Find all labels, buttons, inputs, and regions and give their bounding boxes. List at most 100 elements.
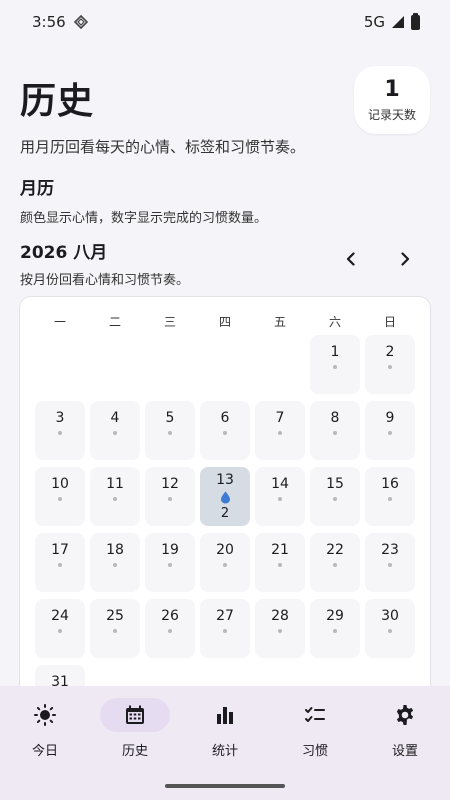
day-number: 28 (271, 608, 289, 624)
calendar-icon (126, 705, 144, 724)
network-label: 5G (363, 13, 385, 31)
status-time: 3:56 (32, 13, 66, 31)
bar-chart-icon (217, 707, 233, 724)
calendar-day-25[interactable]: 25 (90, 599, 140, 658)
section-title: 月历 (20, 179, 54, 199)
nav-icon-container (280, 698, 350, 732)
calendar-day-20[interactable]: 20 (200, 533, 250, 592)
day-indicator-dot (58, 629, 62, 633)
nav-label: 今日 (31, 744, 58, 759)
calendar-day-27[interactable]: 27 (200, 599, 250, 658)
calendar-day-6[interactable]: 6 (200, 401, 250, 460)
calendar-day-13[interactable]: 13 2 (200, 467, 250, 526)
calendar-day-11[interactable]: 11 (90, 467, 140, 526)
calendar-day-28[interactable]: 28 (255, 599, 305, 658)
calendar-day-10[interactable]: 10 (35, 467, 85, 526)
weekday-label: 二 (108, 315, 121, 329)
day-number: 30 (381, 608, 399, 624)
calendar-day-9[interactable]: 9 (365, 401, 415, 460)
calendar-day-30[interactable]: 30 (365, 599, 415, 658)
day-indicator-dot (113, 431, 117, 435)
calendar-day-26[interactable]: 26 (145, 599, 195, 658)
calendar-empty-cell (145, 335, 195, 394)
day-number: 3 (55, 410, 65, 426)
chevron-right-icon (401, 252, 410, 266)
day-number: 5 (165, 410, 175, 426)
day-number: 2 (385, 344, 395, 360)
day-indicator-dot (278, 431, 282, 435)
calendar-card: 一二三四五六日 1 2 3 4 5 6 7 8 9 10 11 12 13 2 14 15 16 17 18 19 20… (19, 296, 431, 716)
bottom-navigation: 今日 历史 统计 习惯 设置 (0, 686, 450, 800)
day-number: 22 (326, 542, 344, 558)
calendar-empty-cell (35, 335, 85, 394)
calendar-empty-cell (200, 335, 250, 394)
calendar-day-15[interactable]: 15 (310, 467, 360, 526)
day-indicator-dot (388, 365, 392, 369)
calendar-day-14[interactable]: 14 (255, 467, 305, 526)
calendar-day-12[interactable]: 12 (145, 467, 195, 526)
page-header: 历史 用月历回看每天的心情、标签和习惯节奏。 1 记录天数 (20, 66, 430, 157)
nav-icon-container (370, 698, 440, 732)
nav-item-calendar[interactable]: 历史 (95, 698, 175, 800)
signal-icon (392, 16, 404, 28)
calendar-day-22[interactable]: 22 (310, 533, 360, 592)
day-number: 17 (51, 542, 69, 558)
calendar-day-23[interactable]: 23 (365, 533, 415, 592)
day-indicator-dot (333, 365, 337, 369)
next-month-button[interactable] (390, 244, 420, 274)
calendar-day-18[interactable]: 18 (90, 533, 140, 592)
day-number: 14 (271, 476, 289, 492)
day-number: 16 (381, 476, 399, 492)
calendar-day-19[interactable]: 19 (145, 533, 195, 592)
day-number: 13 (216, 472, 234, 488)
day-indicator-dot (168, 431, 172, 435)
weekday-label: 日 (383, 315, 396, 329)
calendar-grid: 1 2 3 4 5 6 7 8 9 10 11 12 13 2 14 15 16 17 18 19 20 21 22 23 24… (35, 335, 415, 715)
day-number: 15 (326, 476, 344, 492)
day-indicator-dot (58, 431, 62, 435)
weekday-label: 四 (218, 315, 231, 329)
day-number: 1 (330, 344, 340, 360)
month-header: 2026 八月 按月份回看心情和习惯节奏。 (20, 238, 430, 288)
day-number: 27 (216, 608, 234, 624)
previous-month-button[interactable] (336, 244, 366, 274)
day-indicator-dot (223, 563, 227, 567)
nav-icon-container (190, 698, 260, 732)
nav-item-checklist[interactable]: 习惯 (275, 698, 355, 800)
checklist-icon (305, 707, 325, 722)
day-number: 6 (220, 410, 230, 426)
calendar-day-29[interactable]: 29 (310, 599, 360, 658)
calendar-day-2[interactable]: 2 (365, 335, 415, 394)
calendar-day-5[interactable]: 5 (145, 401, 195, 460)
nav-item-sun[interactable]: 今日 (5, 698, 85, 800)
nav-label: 设置 (391, 744, 418, 759)
status-bar: 3:56 5G (0, 0, 450, 44)
day-indicator-dot (223, 431, 227, 435)
weekday-header: 一二三四五六日 (35, 313, 415, 330)
calendar-day-1[interactable]: 1 (310, 335, 360, 394)
day-number: 20 (216, 542, 234, 558)
calendar-day-21[interactable]: 21 (255, 533, 305, 592)
day-indicator-dot (168, 629, 172, 633)
calendar-day-4[interactable]: 4 (90, 401, 140, 460)
day-number: 9 (385, 410, 395, 426)
calendar-day-3[interactable]: 3 (35, 401, 85, 460)
calendar-day-17[interactable]: 17 (35, 533, 85, 592)
calendar-day-16[interactable]: 16 (365, 467, 415, 526)
day-indicator-dot (113, 497, 117, 501)
weekday-label: 一 (53, 315, 66, 329)
day-indicator-dot (333, 497, 337, 501)
day-number: 12 (161, 476, 179, 492)
home-indicator (165, 784, 285, 788)
weekday-label: 六 (328, 315, 341, 329)
nav-item-gear[interactable]: 设置 (365, 698, 445, 800)
calendar-day-8[interactable]: 8 (310, 401, 360, 460)
day-indicator-dot (113, 563, 117, 567)
nav-label: 历史 (121, 744, 148, 759)
sun-icon (34, 704, 56, 726)
day-number: 26 (161, 608, 179, 624)
calendar-day-24[interactable]: 24 (35, 599, 85, 658)
calendar-day-7[interactable]: 7 (255, 401, 305, 460)
day-indicator-dot (388, 629, 392, 633)
nav-icon-container (100, 698, 170, 732)
